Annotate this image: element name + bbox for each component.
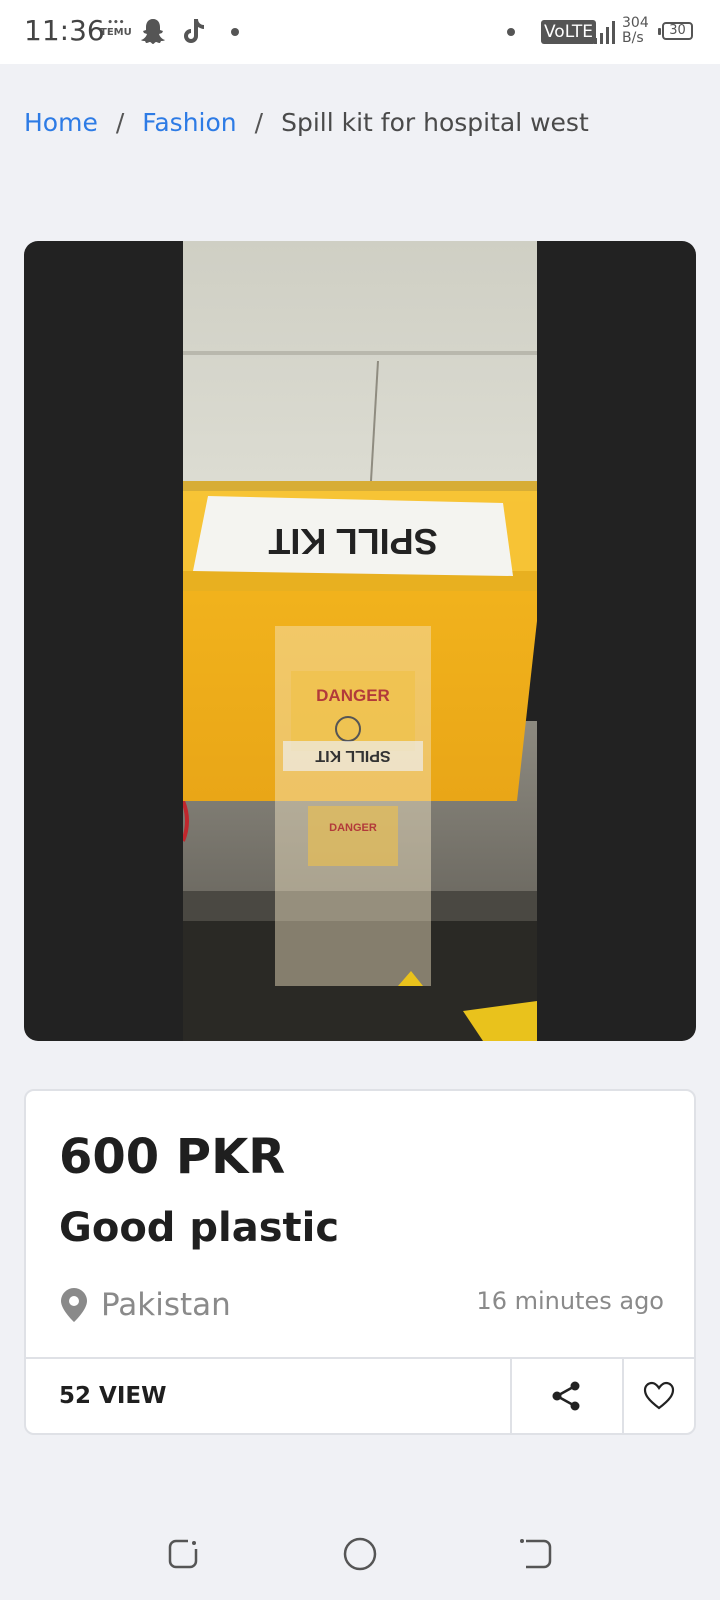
card-footer: 52 VIEW (26, 1357, 694, 1433)
location-text: Pakistan (101, 1287, 231, 1323)
favorite-button[interactable] (622, 1359, 694, 1433)
listing-card: 600 PKR Good plastic Pakistan 16 minutes… (24, 1089, 696, 1435)
listing-location: Pakistan (59, 1285, 231, 1325)
breadcrumb-home[interactable]: Home (24, 108, 98, 137)
temu-icon: ••• TEMU (100, 18, 132, 38)
notification-dot (507, 28, 515, 36)
svg-text:DANGER: DANGER (316, 686, 390, 705)
share-button[interactable] (510, 1359, 622, 1433)
svg-text:SPILL KIT: SPILL KIT (315, 747, 390, 764)
tiktok-icon (184, 19, 204, 43)
recent-apps-icon[interactable] (166, 1536, 202, 1572)
product-photo: SPILL KIT DANGER SPILL KIT DANGER (183, 241, 537, 1041)
listing-title: Good plastic (59, 1205, 340, 1251)
snapchat-icon (141, 19, 165, 44)
breadcrumb-separator: / (254, 108, 264, 137)
share-icon (552, 1381, 580, 1411)
posted-time: 16 minutes ago (476, 1287, 664, 1315)
view-count: 52 VIEW (59, 1383, 167, 1409)
svg-text:DANGER: DANGER (329, 822, 377, 834)
breadcrumb-category[interactable]: Fashion (142, 108, 236, 137)
breadcrumb-current: Spill kit for hospital west (281, 108, 589, 137)
system-nav-bar (0, 1510, 720, 1600)
signal-icon (594, 21, 615, 44)
product-image-viewer[interactable]: SPILL KIT DANGER SPILL KIT DANGER (24, 241, 696, 1041)
breadcrumb: Home / Fashion / Spill kit for hospital west (24, 108, 589, 137)
battery-icon: 30 (658, 22, 693, 40)
network-speed: 304 B/s (622, 15, 649, 46)
notification-dot (231, 28, 239, 36)
volte-badge: VoLTE (541, 20, 596, 44)
listing-price: 600 PKR (59, 1129, 286, 1185)
home-icon[interactable] (342, 1536, 378, 1572)
status-bar: 11:36 ••• TEMU VoLTE 304 B/s 30 (0, 0, 720, 64)
heart-icon (643, 1381, 675, 1410)
breadcrumb-separator: / (115, 108, 125, 137)
back-icon[interactable] (518, 1536, 554, 1572)
spill-kit-label: SPILL KIT (268, 521, 437, 562)
status-time: 11:36 (24, 14, 105, 47)
location-pin-icon (61, 1288, 87, 1322)
